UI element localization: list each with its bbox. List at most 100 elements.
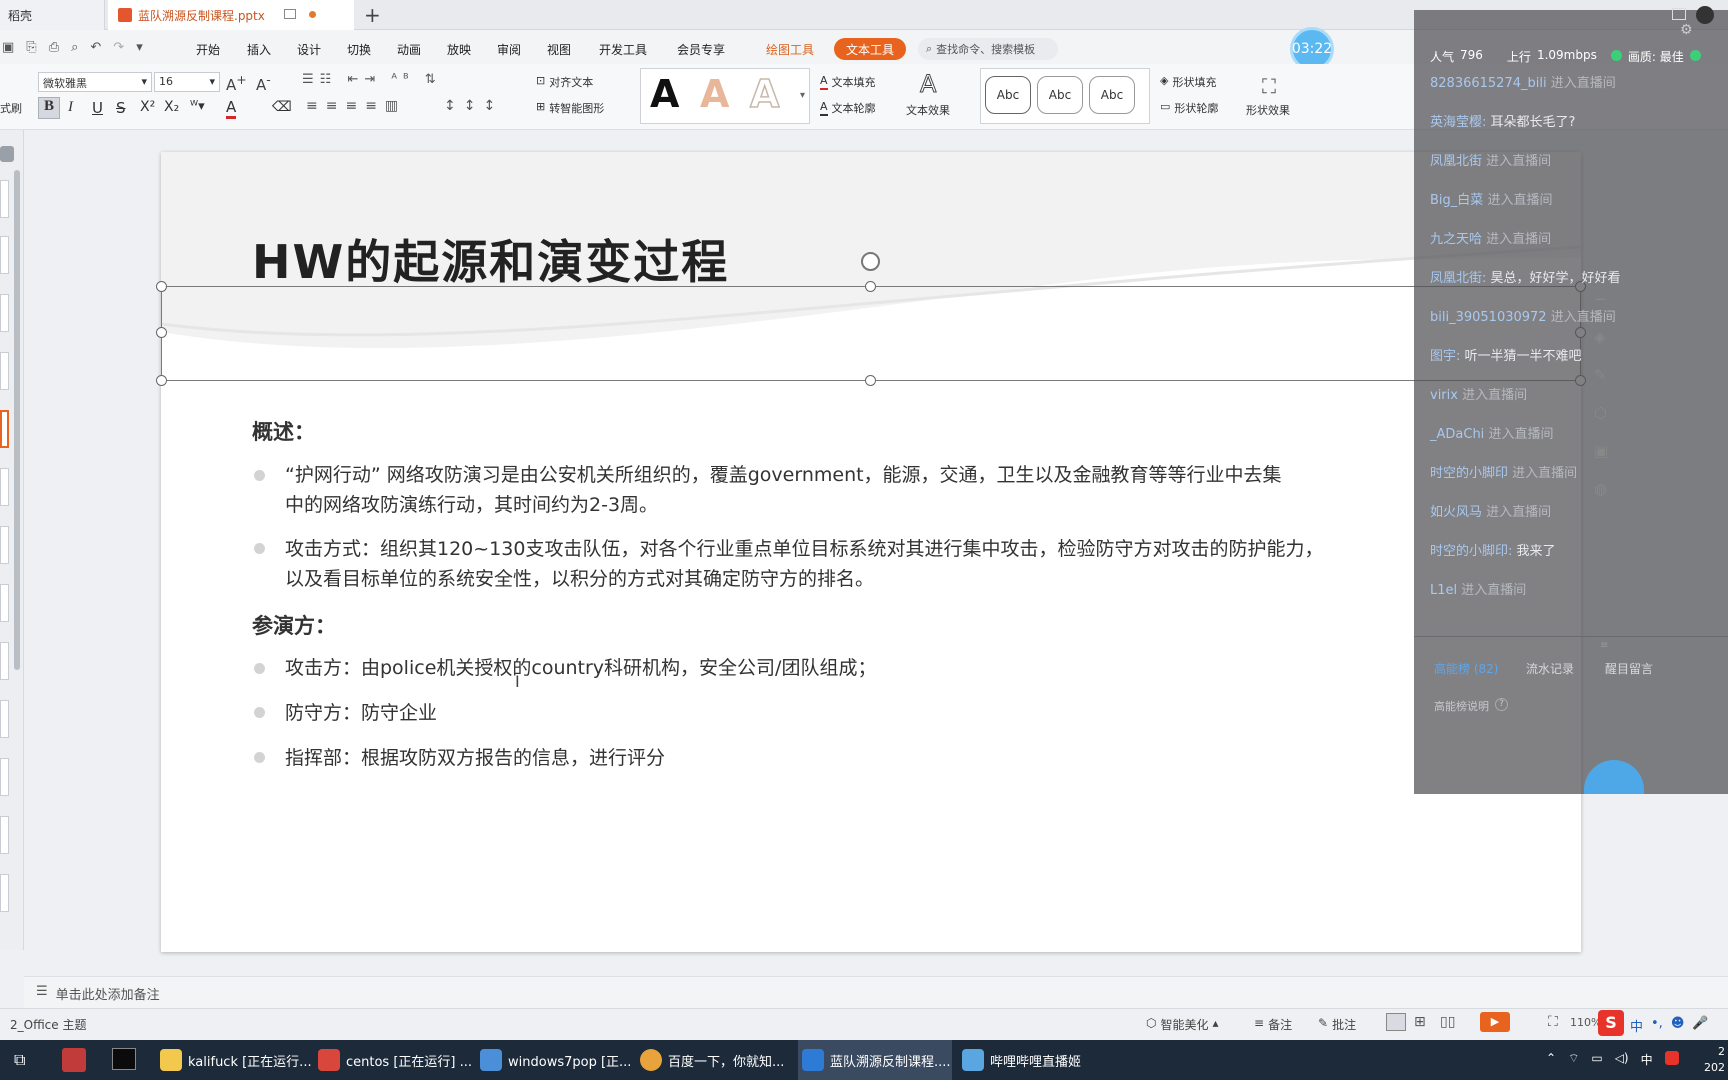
play-slideshow-button[interactable]: ▶ xyxy=(1480,1012,1510,1032)
text-fill-button[interactable]: A 文本填充 xyxy=(820,74,876,90)
sogou-ime-icon[interactable]: S xyxy=(1598,1010,1624,1036)
tab-daoke[interactable]: 稻壳 xyxy=(0,0,105,30)
taskbar-item[interactable]: windows7pop [正... xyxy=(480,1040,631,1080)
rotate-handle-icon[interactable] xyxy=(861,252,880,271)
resize-handle[interactable] xyxy=(156,327,167,338)
tab-super-chat[interactable]: 醒目留言 xyxy=(1605,660,1653,677)
menu-animation[interactable]: 动画 xyxy=(397,41,421,58)
text-style-outline[interactable]: A xyxy=(749,71,780,117)
text-effect-icon[interactable]: A xyxy=(919,70,936,99)
slide-thumbnail[interactable] xyxy=(0,758,9,796)
slide-thumbnail[interactable] xyxy=(0,236,9,274)
superscript-button[interactable]: X² xyxy=(140,99,155,115)
terminal-app-icon[interactable] xyxy=(112,1048,136,1070)
slide-thumbnail-active[interactable] xyxy=(0,410,9,448)
bold-button[interactable]: B xyxy=(38,97,60,119)
text-style-black[interactable]: A xyxy=(650,72,679,116)
align-text-button[interactable]: ⊡ 对齐文本 xyxy=(536,74,593,90)
font-size-select[interactable]: 16 ▾ xyxy=(154,72,220,92)
subscript-button[interactable]: X₂ xyxy=(164,99,179,115)
shape-outline-button[interactable]: ▭ 形状轮廓 xyxy=(1160,100,1218,116)
fit-window-icon[interactable]: ⛶ xyxy=(1548,1014,1558,1030)
taskbar-item[interactable]: 百度一下，你就知... xyxy=(640,1040,784,1080)
slide-thumbnail[interactable] xyxy=(0,816,9,854)
ime-toolbar[interactable]: 中 •, ☻ 🎤 xyxy=(1630,1016,1709,1035)
menu-design[interactable]: 设计 xyxy=(297,41,321,58)
tab-document[interactable]: 蓝队溯源反制课程.pptx xyxy=(108,0,354,30)
resize-handle[interactable] xyxy=(865,281,876,292)
taskbar-item[interactable]: 哔哩哔哩直播姬 xyxy=(962,1040,1102,1080)
bulb-icon[interactable]: ◍ xyxy=(1594,480,1608,498)
menu-devtools[interactable]: 开发工具 xyxy=(599,41,647,58)
new-tab-button[interactable]: + xyxy=(364,3,381,27)
minus-icon[interactable]: − xyxy=(1594,290,1608,308)
shape-effect-label[interactable]: 形状效果 xyxy=(1246,102,1290,118)
thumbnail-scrollbar[interactable] xyxy=(14,170,20,670)
notes-area[interactable]: ☰ 单击此处添加备注 xyxy=(36,984,160,1003)
italic-button[interactable]: I xyxy=(68,99,73,116)
font-color-button[interactable]: A xyxy=(226,98,237,119)
tab-high-energy[interactable]: 高能榜 (82) xyxy=(1434,660,1498,677)
font-name-select[interactable]: 微软雅黑 ▾ xyxy=(38,72,152,92)
paragraph-align-buttons[interactable]: ≡≡≡≡▥ xyxy=(306,98,406,114)
redo-icon[interactable]: ↷ xyxy=(113,40,124,55)
avatar[interactable] xyxy=(1696,6,1714,24)
grid-view-icon[interactable]: ⊞ xyxy=(1414,1014,1426,1030)
command-search[interactable]: ⌕ 查找命令、搜索模板 xyxy=(918,38,1058,60)
phonetic-icon[interactable]: ᵂ▾ xyxy=(190,99,205,114)
menu-insert[interactable]: 插入 xyxy=(247,41,271,58)
eraser-icon[interactable]: ⬡ xyxy=(1594,404,1608,422)
monitor-icon[interactable] xyxy=(284,9,296,19)
resize-handle[interactable] xyxy=(156,281,167,292)
taskbar-item[interactable]: centos [正在运行] ... xyxy=(318,1040,472,1080)
slide-thumbnail[interactable] xyxy=(0,874,9,912)
smart-shape-button[interactable]: ⊞ 转智能图形 xyxy=(536,100,604,116)
clock[interactable]: 2 202 xyxy=(1704,1044,1725,1076)
text-style-peach[interactable]: A xyxy=(700,72,729,116)
menu-member[interactable]: 会员专享 xyxy=(677,41,725,58)
menu-home[interactable]: 开始 xyxy=(196,41,220,58)
grow-font-icon[interactable]: A+ xyxy=(226,72,247,94)
print-icon[interactable]: ⎙ xyxy=(49,40,59,55)
menu-slideshow[interactable]: 放映 xyxy=(447,41,471,58)
wifi-icon[interactable]: ⌔ xyxy=(1568,1051,1579,1068)
gear-icon[interactable]: ⚙ xyxy=(1680,22,1693,38)
sogou-tray-icon[interactable] xyxy=(1664,1051,1679,1065)
more-icon[interactable]: ▾ xyxy=(136,40,143,55)
shape-effect-icon[interactable]: ⛶ xyxy=(1262,74,1276,98)
resize-handle[interactable] xyxy=(865,375,876,386)
slide-thumbnail[interactable] xyxy=(0,294,9,332)
undo-icon[interactable]: ↶ xyxy=(90,40,101,55)
text-outline-button[interactable]: A 文本轮廓 xyxy=(820,100,876,116)
menu-drawing-tools[interactable]: 绘图工具 xyxy=(766,41,814,58)
layers-icon[interactable]: ◈ xyxy=(1594,328,1608,346)
slide-thumbnail[interactable] xyxy=(0,642,9,680)
slide-thumbnail[interactable] xyxy=(0,468,9,506)
window-icon[interactable] xyxy=(1672,8,1686,20)
volume-icon[interactable]: ◁) xyxy=(1615,1051,1629,1068)
shape-style-2[interactable]: Abc xyxy=(1037,76,1083,114)
normal-view-icon[interactable] xyxy=(1386,1013,1406,1031)
task-view-icon[interactable]: ⧉ xyxy=(14,1050,25,1070)
text-effect-label[interactable]: 文本效果 xyxy=(906,102,950,118)
taskbar-item-active[interactable]: 蓝队溯源反制课程.... xyxy=(802,1040,951,1080)
clear-format-icon[interactable]: ⌫ xyxy=(272,99,292,115)
spacing-buttons[interactable]: ↕↕↕ xyxy=(444,98,503,114)
menu-transition[interactable]: 切换 xyxy=(347,41,371,58)
preview-icon[interactable]: ⌕ xyxy=(71,40,78,55)
save-icon[interactable]: ▣ xyxy=(2,40,14,55)
shape-selection-box[interactable] xyxy=(161,286,1581,381)
menu-text-tools[interactable]: 文本工具 xyxy=(834,38,907,60)
notes-bar[interactable] xyxy=(24,976,1728,1008)
slide-thumbnail[interactable] xyxy=(0,700,9,738)
menu-view[interactable]: 视图 xyxy=(547,41,571,58)
comments-button[interactable]: ✎ 批注 xyxy=(1318,1016,1356,1033)
taskbar-item[interactable]: kalifuck [正在运行... xyxy=(160,1040,312,1080)
tab-flow-record[interactable]: 流水记录 xyxy=(1526,660,1574,677)
tray-ime[interactable]: 中 xyxy=(1641,1051,1653,1068)
format-painter-label[interactable]: 式刷 xyxy=(0,100,22,116)
high-energy-help[interactable]: 高能榜说明? xyxy=(1434,698,1508,714)
output-icon[interactable]: ⎘ xyxy=(26,40,36,55)
shape-fill-button[interactable]: ◈ 形状填充 xyxy=(1160,74,1216,90)
resize-handle[interactable] xyxy=(156,375,167,386)
